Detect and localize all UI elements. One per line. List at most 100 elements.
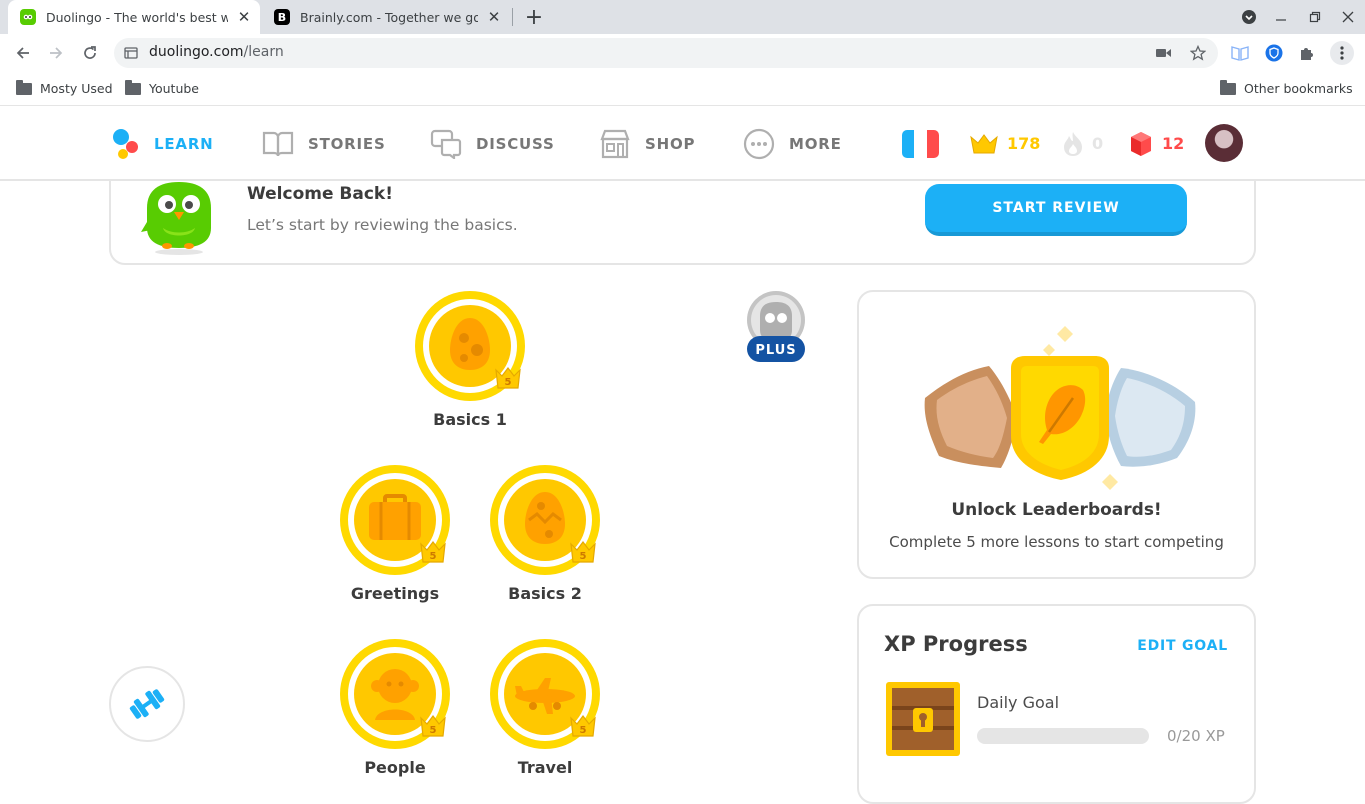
address-bar[interactable]: duolingo.com/learn	[114, 38, 1218, 68]
welcome-subtitle: Let’s start by reviewing the basics.	[247, 216, 518, 234]
learn-icon	[113, 128, 138, 159]
leaderboard-card: Unlock Leaderboards! Complete 5 more les…	[857, 290, 1256, 579]
nav-stories-label: STORIES	[308, 134, 386, 153]
daily-goal-label: Daily Goal	[977, 693, 1060, 712]
language-selector[interactable]	[902, 106, 939, 181]
restore-icon[interactable]	[1300, 4, 1330, 30]
profile-avatar[interactable]	[1205, 124, 1243, 162]
skill-label: Basics 2	[508, 584, 582, 603]
skill-travel[interactable]: 5	[489, 638, 601, 750]
crown-level-icon: 5	[420, 541, 446, 563]
daily-goal-progress-bar	[977, 728, 1149, 744]
crowns-count: 178	[1007, 134, 1041, 153]
new-tab-icon[interactable]: +	[520, 4, 548, 30]
bookmark-star-icon[interactable]	[1188, 43, 1208, 63]
back-icon[interactable]	[10, 40, 36, 66]
crown-level-icon: 5	[570, 715, 596, 737]
tab-search-icon[interactable]	[1234, 4, 1264, 30]
start-review-button[interactable]: START REVIEW	[925, 184, 1187, 236]
tab-divider	[512, 8, 513, 26]
tab-brainly[interactable]: B Brainly.com - Together we go far ✕	[262, 0, 510, 34]
nav-learn[interactable]: LEARN	[112, 106, 214, 181]
nav-more[interactable]: MORE	[743, 106, 842, 181]
tab-title: Duolingo - The world's best way t	[46, 9, 228, 25]
bookmark-label: Other bookmarks	[1244, 81, 1353, 96]
xp-progress-title: XP Progress	[884, 632, 1028, 656]
nav-learn-label: LEARN	[154, 134, 214, 153]
close-icon[interactable]: ✕	[234, 7, 254, 27]
bookmark-label: Mosty Used	[40, 81, 113, 96]
folder-icon	[1220, 79, 1236, 95]
forward-icon[interactable]	[43, 40, 69, 66]
plus-owl-icon: PLUS	[747, 291, 805, 362]
url-path: /learn	[243, 44, 284, 60]
tab-duolingo[interactable]: Duolingo - The world's best way t ✕	[8, 0, 260, 34]
reload-icon[interactable]	[77, 40, 103, 66]
other-bookmarks[interactable]: Other bookmarks	[1220, 79, 1353, 96]
crown-level-icon: 5	[420, 715, 446, 737]
skill-greetings[interactable]: 5	[339, 464, 451, 576]
gems-count: 12	[1162, 134, 1185, 153]
nav-shop-label: SHOP	[645, 134, 696, 153]
nav-more-label: MORE	[789, 134, 842, 153]
streak-counter[interactable]: 0	[1062, 106, 1103, 181]
practice-weights-button[interactable]	[109, 666, 185, 742]
crown-icon	[970, 133, 998, 153]
extensions-puzzle-icon[interactable]	[1296, 42, 1318, 64]
leaderboard-title: Unlock Leaderboards!	[951, 500, 1162, 520]
treasure-chest-icon	[886, 682, 960, 756]
edit-goal-link[interactable]: EDIT GOAL	[1137, 638, 1228, 654]
close-icon[interactable]: ✕	[484, 7, 504, 27]
xp-count: 0/20 XP	[1167, 727, 1225, 745]
reader-extension-icon[interactable]	[1229, 42, 1251, 64]
duolingo-favicon-icon	[20, 9, 36, 25]
duolingo-top-nav: LEARN STORIES DISCUSS SHOP MORE 178 0 12	[0, 106, 1365, 181]
folder-icon	[16, 79, 32, 95]
crown-level-icon: 5	[495, 367, 521, 389]
streak-count: 0	[1092, 134, 1104, 153]
more-icon	[743, 128, 775, 159]
window-close-icon[interactable]	[1333, 4, 1363, 30]
french-flag-icon	[902, 129, 939, 158]
browser-menu-icon[interactable]	[1330, 41, 1354, 65]
crown-level-icon: 5	[570, 541, 596, 563]
duo-owl-icon	[141, 182, 211, 255]
svg-text:5: 5	[505, 377, 512, 388]
vpn-extension-icon[interactable]	[1263, 42, 1285, 64]
plus-badge[interactable]: PLUS	[746, 290, 806, 366]
bookmark-mosty-used[interactable]: Mosty Used	[16, 79, 113, 96]
svg-text:5: 5	[430, 551, 437, 562]
streak-flame-icon	[1064, 131, 1082, 156]
svg-text:PLUS: PLUS	[755, 343, 796, 358]
tab-title: Brainly.com - Together we go far	[300, 9, 478, 25]
crowns-counter[interactable]: 178	[969, 106, 1040, 181]
leaderboard-shields-icon	[924, 326, 1196, 490]
nav-stories[interactable]: STORIES	[262, 106, 386, 181]
leaderboard-subtitle: Complete 5 more lessons to start competi…	[889, 533, 1224, 551]
svg-text:5: 5	[580, 551, 587, 562]
minimize-icon[interactable]	[1266, 4, 1296, 30]
skill-label: Greetings	[350, 584, 440, 603]
browser-toolbar: duolingo.com/learn	[0, 34, 1365, 72]
xp-progress-card: XP Progress EDIT GOAL Daily Goal 0/20 XP	[857, 604, 1256, 804]
url-domain: duolingo.com	[149, 44, 244, 60]
skill-people[interactable]: 5	[339, 638, 451, 750]
folder-icon	[125, 79, 141, 95]
bookmarks-bar: Mosty Used Youtube Other bookmarks	[0, 72, 1365, 106]
welcome-title: Welcome Back!	[247, 184, 393, 204]
skill-basics-2[interactable]: 5	[489, 464, 601, 576]
dumbbell-icon	[129, 689, 165, 719]
site-info-icon[interactable]	[124, 46, 138, 60]
shop-icon	[600, 129, 630, 158]
tab-strip: Duolingo - The world's best way t ✕ B Br…	[0, 0, 1365, 34]
skill-basics-1[interactable]: 5	[414, 290, 526, 402]
url-text: duolingo.com/learn	[149, 44, 284, 60]
nav-shop[interactable]: SHOP	[599, 106, 695, 181]
nav-discuss[interactable]: DISCUSS	[430, 106, 555, 181]
gems-counter[interactable]: 12	[1130, 106, 1184, 181]
camera-icon[interactable]	[1154, 43, 1174, 63]
bookmark-youtube[interactable]: Youtube	[125, 79, 199, 96]
brainly-favicon-icon: B	[274, 9, 290, 25]
bookmark-label: Youtube	[149, 81, 199, 96]
discuss-icon	[430, 129, 462, 159]
